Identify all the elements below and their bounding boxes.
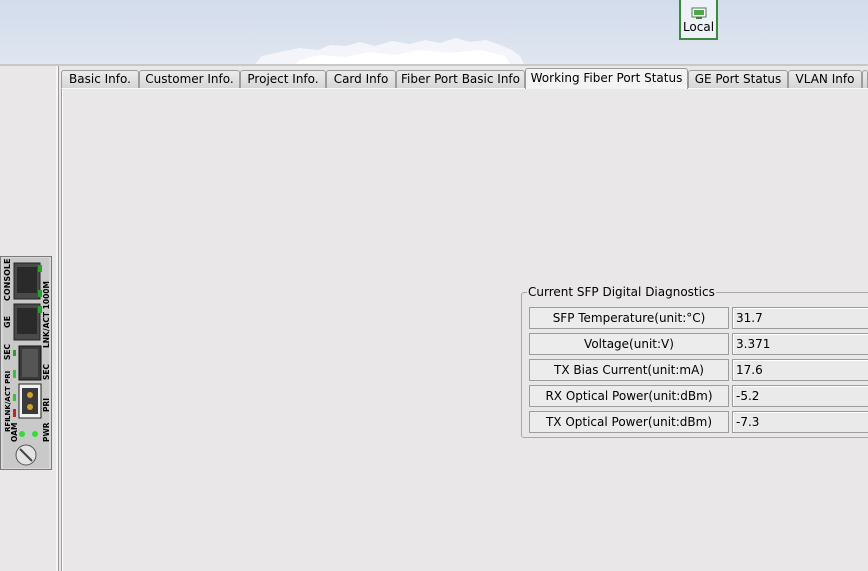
tab-card-info[interactable]: Card Info (326, 70, 396, 88)
tab-fiber-port-basic-info[interactable]: Fiber Port Basic Info (396, 70, 525, 88)
pri-optical-port (18, 383, 42, 419)
rx-optical-power-value: -5.2 (732, 385, 868, 407)
tab-vlan-info[interactable]: VLAN Info (788, 70, 862, 88)
rx-optical-power-label: RX Optical Power(unit:dBm) (529, 385, 729, 407)
lnk-led-green (13, 394, 16, 401)
card-label-ge: GE (3, 316, 12, 328)
card-faceplate[interactable]: CONSOLE GE LNK/ACT 1000M SEC SEC LNK/ACT… (0, 256, 52, 470)
tab-working-fiber-port-status[interactable]: Working Fiber Port Status (525, 68, 688, 89)
tx-optical-power-value: -7.3 (732, 411, 868, 433)
voltage-value: 3.371 (732, 333, 868, 355)
card-label-lnk-act-pri: LNK/ACT PRI (4, 371, 12, 420)
lnk-act-led (13, 370, 16, 378)
card-label-oam: OAM (10, 423, 19, 442)
card-label-lnk-act-1000m: LNK/ACT 1000M (42, 281, 51, 348)
tab-overflow[interactable] (862, 70, 868, 88)
tx-bias-current-label: TX Bias Current(unit:mA) (529, 359, 729, 381)
sfp-temperature-label: SFP Temperature(unit:°C) (529, 307, 729, 329)
card-label-pri: PRI (42, 398, 51, 412)
oam-led (19, 431, 25, 437)
card-label-sec-left: SEC (3, 343, 12, 360)
console-port (13, 262, 42, 300)
local-monitor-icon (691, 7, 706, 19)
rfi-led (13, 409, 16, 417)
card-label-pwr: PWR (42, 422, 51, 442)
tab-project-info[interactable]: Project Info. (240, 70, 326, 88)
sec-led (13, 350, 16, 356)
tab-ge-port-status[interactable]: GE Port Status (688, 70, 788, 88)
tab-customer-info[interactable]: Customer Info. (139, 70, 240, 88)
ge-port (13, 303, 42, 341)
local-button[interactable]: Local (679, 0, 718, 40)
sfp-diagnostics-title: Current SFP Digital Diagnostics (527, 285, 716, 299)
top-banner: Local (0, 0, 868, 64)
tx-bias-current-value: 17.6 (732, 359, 868, 381)
tab-basic-info[interactable]: Basic Info. (61, 70, 139, 88)
pwr-led (32, 431, 38, 437)
world-map-decoration (255, 38, 524, 64)
tab-bar: Basic Info. Customer Info. Project Info.… (61, 68, 868, 89)
banner-divider (0, 64, 868, 66)
sec-sfp-port (18, 345, 42, 381)
voltage-label: Voltage(unit:V) (529, 333, 729, 355)
sfp-temperature-value: 31.7 (732, 307, 868, 329)
card-label-sec-right: SEC (42, 363, 51, 380)
screw-icon (15, 444, 37, 466)
local-button-label: Local (682, 20, 715, 34)
tx-optical-power-label: TX Optical Power(unit:dBm) (529, 411, 729, 433)
panel-splitter[interactable] (56, 66, 59, 571)
card-label-console: CONSOLE (3, 259, 12, 302)
